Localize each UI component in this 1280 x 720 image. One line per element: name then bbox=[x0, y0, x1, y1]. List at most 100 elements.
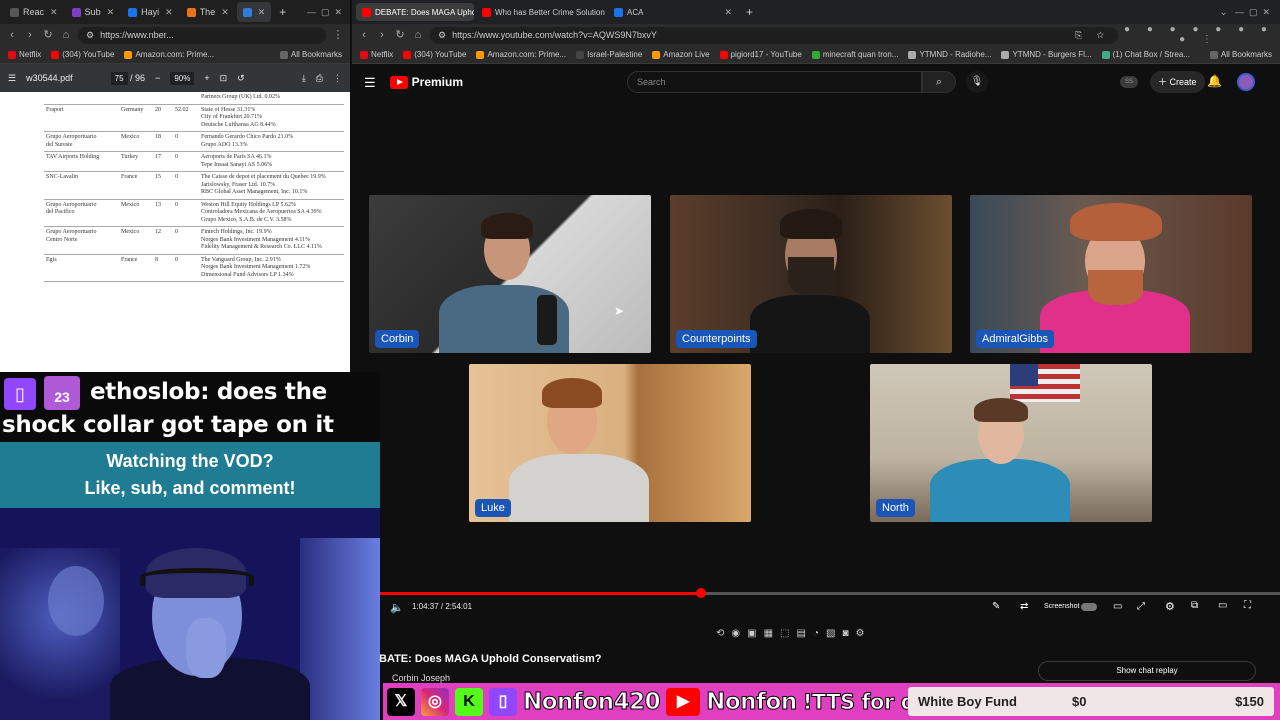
back-icon[interactable]: ‹ bbox=[6, 29, 18, 41]
bookmark-item[interactable]: minecraft quan tron... bbox=[811, 50, 898, 59]
zoom-level[interactable]: 90% bbox=[170, 71, 195, 85]
close-icon[interactable]: ✕ bbox=[165, 7, 173, 18]
tab-aca[interactable]: ACA ✕ bbox=[608, 3, 738, 21]
forward-icon[interactable]: › bbox=[24, 29, 36, 41]
miniplayer-icon[interactable]: ⧉ bbox=[1191, 600, 1198, 611]
close-icon[interactable]: ✕ bbox=[50, 7, 58, 18]
window-controls-icon[interactable]: ⌄ — ▢ ✕ bbox=[1220, 7, 1270, 17]
reload-icon[interactable]: ↻ bbox=[42, 29, 54, 41]
cinema-icon[interactable]: ▣ bbox=[747, 628, 756, 639]
bookmark-amazon[interactable]: Amazon.com: Prime... bbox=[124, 50, 214, 59]
extensions-icon[interactable]: ⋮ bbox=[332, 29, 344, 41]
search-input[interactable]: Search bbox=[627, 71, 922, 93]
voice-search-button[interactable]: 🎙 bbox=[966, 71, 988, 93]
subtitles-icon[interactable]: ▭ bbox=[1113, 601, 1122, 612]
bookmark-item[interactable]: (1) Chat Box / Strea... bbox=[1101, 50, 1190, 59]
close-icon[interactable]: ✕ bbox=[724, 7, 732, 18]
left-tab-1[interactable]: Reac ✕ bbox=[4, 2, 64, 22]
new-tab-icon[interactable]: + bbox=[279, 6, 286, 18]
settings-gear-icon[interactable]: ⚙ bbox=[1165, 600, 1175, 613]
bookmark-item[interactable]: YTMND - Burgers Fl... bbox=[1001, 50, 1092, 59]
calendar-icon[interactable]: ▦ bbox=[764, 628, 773, 639]
new-tab-icon[interactable]: + bbox=[746, 6, 753, 18]
clip-icon[interactable]: ⬚ bbox=[780, 628, 789, 639]
expand-icon[interactable]: ⤢ bbox=[1137, 601, 1145, 612]
table-cell-name: TAV Airports Holding bbox=[44, 151, 119, 172]
tab-debate[interactable]: DEBATE: Does MAGA Uphol✕ bbox=[356, 3, 474, 21]
back-icon[interactable]: ‹ bbox=[358, 29, 370, 41]
tab-favicon-icon bbox=[186, 7, 196, 17]
bookmark-item[interactable]: Amazon.com: Prime... bbox=[476, 50, 566, 59]
left-tab-3[interactable]: Hayi ✕ bbox=[122, 2, 179, 22]
download-icon[interactable]: ⤓ bbox=[302, 73, 306, 83]
search-button[interactable]: ⌕ bbox=[922, 71, 956, 93]
bookmark-item[interactable]: Israel-Palestine bbox=[576, 50, 642, 59]
reload-icon[interactable]: ↻ bbox=[394, 29, 406, 41]
left-url-bar[interactable]: ⚙ https://www.nber... bbox=[78, 26, 326, 44]
print-icon[interactable]: ⎙ bbox=[316, 73, 323, 83]
url-actions-icon[interactable]: ⎘ ☆ bbox=[1075, 30, 1110, 41]
repeat-icon[interactable]: ⟲ bbox=[716, 628, 724, 639]
gear-icon[interactable]: ⚙ bbox=[855, 628, 864, 639]
speed-icon[interactable]: ◔ bbox=[813, 628, 819, 639]
avatar[interactable] bbox=[1237, 73, 1255, 91]
bookmark-item[interactable]: Amazon Live bbox=[652, 50, 710, 59]
bookmark-favicon-icon bbox=[403, 50, 412, 59]
volume-icon[interactable]: 🔈 bbox=[390, 601, 404, 614]
notifications-bell-icon[interactable]: 🔔 bbox=[1207, 75, 1222, 87]
tab-crime[interactable]: Who has Better Crime Solution✕ bbox=[476, 3, 606, 21]
loop-icon[interactable]: ⇄ bbox=[1020, 601, 1028, 612]
bookmark-item[interactable]: pigiord17 - YouTube bbox=[719, 50, 802, 59]
screenshot-toggle[interactable] bbox=[1081, 603, 1097, 611]
fit-page-icon[interactable]: ⊡ bbox=[220, 73, 228, 83]
frame-icon[interactable]: ▧ bbox=[826, 628, 835, 639]
close-icon[interactable]: ✕ bbox=[107, 7, 115, 18]
close-icon[interactable]: ✕ bbox=[258, 7, 266, 18]
create-button[interactable]: ＋ Create bbox=[1150, 71, 1205, 93]
camera-icon[interactable]: ◙ bbox=[842, 628, 848, 639]
left-tab-4[interactable]: The ✕ bbox=[181, 2, 235, 22]
table-cell-n: 13 bbox=[153, 199, 173, 227]
bookmark-item[interactable]: (304) YouTube bbox=[403, 50, 466, 59]
zoom-out-icon[interactable]: − bbox=[155, 73, 160, 83]
home-icon[interactable]: ⌂ bbox=[412, 29, 424, 41]
left-tab-5[interactable]: ✕ bbox=[236, 2, 272, 22]
bookmark-item[interactable]: Netflix bbox=[360, 50, 393, 59]
bookmark-all[interactable]: All Bookmarks bbox=[279, 50, 342, 59]
fullscreen-icon[interactable]: ⛶ bbox=[1244, 600, 1251, 611]
close-icon[interactable]: ✕ bbox=[221, 7, 229, 18]
more-icon[interactable]: ⋮ bbox=[333, 73, 342, 83]
page-number-input[interactable]: 75 bbox=[110, 72, 128, 85]
window-controls-icon[interactable]: — ▢ ✕ bbox=[307, 7, 342, 17]
sync-icon[interactable]: SS bbox=[1120, 76, 1138, 88]
site-info-icon[interactable]: ⚙ bbox=[438, 30, 446, 41]
extensions-icon[interactable]: ● ● ● ● ● ● ● ● ⋮ bbox=[1124, 25, 1274, 45]
amazon-icon bbox=[124, 50, 133, 59]
bookmark-favicon-icon bbox=[811, 50, 820, 59]
bookmark-label: All Bookmarks bbox=[1220, 50, 1272, 59]
forward-icon[interactable]: › bbox=[376, 29, 388, 41]
right-url-bar[interactable]: ⚙ https://www.youtube.com/watch?v=AQWS9N7… bbox=[430, 26, 1118, 44]
rotate-icon[interactable]: ↺ bbox=[237, 73, 245, 83]
chat-line-2: shock collar got tape on it bbox=[2, 412, 334, 438]
bookmark-item[interactable]: All Bookmarks bbox=[1209, 50, 1272, 59]
show-chat-replay-button[interactable]: Show chat replay bbox=[1038, 661, 1256, 681]
home-icon[interactable]: ⌂ bbox=[60, 29, 72, 41]
hamburger-menu-icon[interactable]: ☰ bbox=[364, 76, 376, 89]
left-tab-2[interactable]: Sub ✕ bbox=[66, 2, 121, 22]
layout-icon[interactable]: ▤ bbox=[796, 628, 805, 639]
site-info-icon[interactable]: ⚙ bbox=[86, 30, 94, 41]
youtube-logo[interactable]: Premium bbox=[389, 75, 463, 89]
channel-name[interactable]: Corbin Joseph bbox=[392, 673, 450, 683]
bookmark-netflix[interactable]: Netflix bbox=[8, 50, 41, 59]
bookmark-item[interactable]: YTMND - Radiohe... bbox=[908, 50, 991, 59]
pen-icon[interactable]: ✎ bbox=[992, 601, 1000, 612]
audio-icon[interactable]: ◉ bbox=[731, 628, 740, 639]
search-icon: ⌕ bbox=[935, 76, 943, 88]
bookmark-youtube[interactable]: (304) YouTube bbox=[51, 50, 114, 59]
theater-mode-icon[interactable]: ▭ bbox=[1218, 600, 1227, 611]
zoom-in-icon[interactable]: + bbox=[204, 73, 209, 83]
scrubber-handle[interactable] bbox=[695, 588, 706, 598]
video-progress-bar[interactable] bbox=[380, 588, 1280, 598]
menu-icon[interactable]: ☰ bbox=[8, 73, 16, 83]
